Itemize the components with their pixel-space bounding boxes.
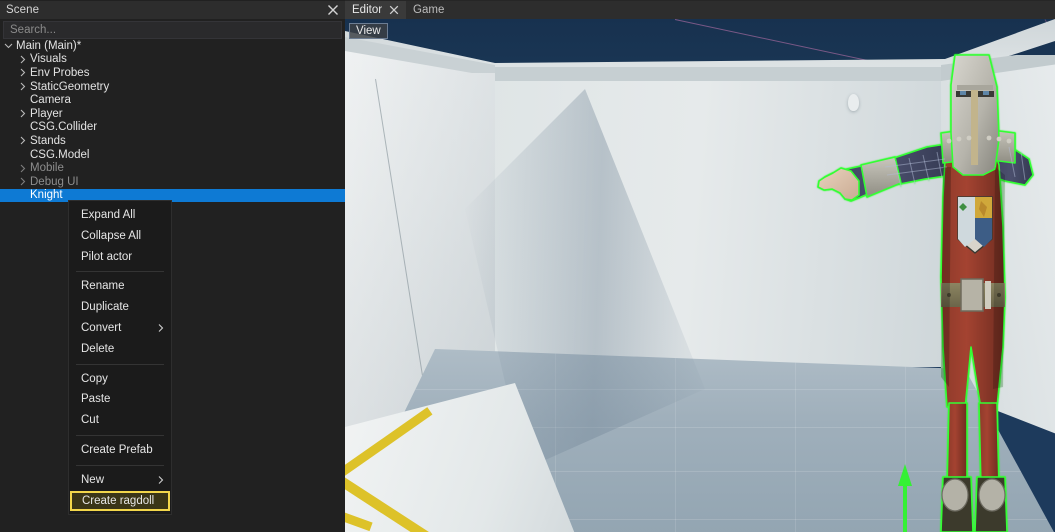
editor-tab-label: Editor: [352, 4, 383, 16]
chevron-right-icon: [156, 324, 165, 333]
context-menu-item-label: Paste: [81, 393, 111, 406]
context-menu-item-collapse-all[interactable]: Collapse All: [69, 226, 171, 247]
context-menu-item-label: Expand All: [81, 209, 136, 221]
scene-tree-item-label: Stands: [30, 134, 66, 147]
editor-tab-editor[interactable]: Editor: [345, 1, 407, 19]
scene-tree-item-label: CSG.Collider: [30, 121, 98, 134]
scene-tree-item-csg-model[interactable]: CSG.Model: [0, 148, 345, 162]
scene-tree-item-label: Debug UI: [30, 175, 79, 188]
scene-panel-title: Scene: [6, 4, 40, 16]
chevron-right-icon[interactable]: [17, 67, 28, 78]
context-menu-item-cut[interactable]: Cut: [69, 410, 171, 431]
scene-tree-item-knight[interactable]: Knight: [0, 188, 345, 203]
context-menu-item-label: Delete: [81, 342, 115, 355]
scene-viewport[interactable]: View: [345, 19, 1055, 532]
context-menu-item-new[interactable]: New: [69, 470, 171, 491]
editor-tabbar[interactable]: Editor Game: [345, 1, 1055, 19]
scene-tree-item-debug-ui[interactable]: Debug UI: [0, 175, 345, 189]
scene-tree-item-label: StaticGeometry: [30, 80, 110, 93]
chevron-down-icon[interactable]: [3, 40, 14, 51]
scene-tree[interactable]: Main (Main)* Visuals Env Probes StaticGeome…: [0, 39, 345, 532]
context-menu-item-label: Create Prefab: [81, 443, 153, 456]
scene-tree-item-label: Player: [30, 107, 63, 120]
floor-hazard-marking: [345, 407, 515, 532]
scene-tree-item-label: Env Probes: [30, 66, 90, 79]
chevron-right-icon[interactable]: [17, 135, 28, 146]
scene-tree-item-env-probes[interactable]: Env Probes: [0, 66, 345, 80]
context-menu-item-label: Create ragdoll: [82, 494, 155, 507]
scene-tree-item-staticgeometry[interactable]: StaticGeometry: [0, 80, 345, 94]
scene-tree-item-label: Visuals: [30, 53, 67, 66]
scene-tree-item-visuals[interactable]: Visuals: [0, 53, 345, 67]
editor-right-pane: Editor Game View: [345, 0, 1055, 532]
chevron-right-icon[interactable]: [17, 81, 28, 92]
scene-tree-item-stands[interactable]: Stands: [0, 134, 345, 148]
scene-tree-item-label: Main (Main)*: [16, 39, 82, 52]
scene-tree-item-label: Mobile: [30, 162, 64, 175]
scene-panel-header: Scene: [0, 1, 345, 19]
chevron-placeholder-icon: [17, 95, 28, 106]
context-menu-item-expand-all[interactable]: Expand All: [69, 205, 171, 226]
editor-window: Scene Main (Main)*VisualsEnv ProbesStati…: [0, 0, 1055, 532]
scene-search-row: [0, 20, 345, 39]
viewport-3d-render: View: [345, 19, 1055, 532]
editor-tab-game[interactable]: Game: [406, 1, 451, 19]
scene-tree-item-csg-collider[interactable]: CSG.Collider: [0, 121, 345, 135]
chevron-placeholder-icon: [17, 149, 28, 160]
chevron-placeholder-icon: [17, 190, 28, 201]
scene-tree-item-player[interactable]: Player: [0, 107, 345, 121]
context-menu-item-label: Cut: [81, 414, 99, 427]
context-menu-item-create-ragdoll[interactable]: Create ragdoll: [70, 490, 170, 512]
close-icon[interactable]: [389, 5, 399, 15]
context-menu-item-create-prefab[interactable]: Create Prefab: [69, 440, 171, 461]
scene-tree-item-label: Knight: [30, 189, 63, 202]
context-menu-item-convert[interactable]: Convert: [69, 318, 171, 339]
context-menu-item-label: Convert: [81, 321, 122, 334]
context-menu-item-paste[interactable]: Paste: [69, 389, 171, 410]
close-icon[interactable]: [327, 4, 339, 16]
viewport-view-button[interactable]: View: [349, 23, 388, 39]
chevron-right-icon[interactable]: [17, 108, 28, 119]
chevron-right-icon: [156, 476, 165, 485]
scene-tree-item-camera[interactable]: Camera: [0, 93, 345, 107]
translate-gizmo-y-axis[interactable]: [898, 464, 912, 532]
context-menu-separator: [76, 271, 164, 273]
scene-tree-item-main-main[interactable]: Main (Main)*: [0, 39, 345, 53]
context-menu-item-pilot-actor[interactable]: Pilot actor: [69, 247, 171, 268]
editor-tab-label: Game: [413, 4, 445, 16]
context-menu-item-label: New: [81, 473, 105, 486]
chevron-right-icon[interactable]: [17, 54, 28, 65]
scene-tree-item-mobile[interactable]: Mobile: [0, 161, 345, 175]
context-menu-separator: [76, 363, 164, 365]
context-menu-item-delete[interactable]: Delete: [69, 339, 171, 360]
context-menu-item-label: Duplicate: [81, 301, 129, 314]
context-menu-item-label: Collapse All: [81, 229, 142, 242]
context-menu-item-duplicate[interactable]: Duplicate: [69, 297, 171, 318]
context-menu-item-copy[interactable]: Copy: [69, 369, 171, 390]
context-menu-item-rename[interactable]: Rename: [69, 276, 171, 297]
context-menu-item-label: Rename: [81, 280, 125, 293]
scene-tree-item-label: CSG.Model: [30, 148, 90, 161]
scene-panel: Scene Main (Main)*VisualsEnv ProbesStati…: [0, 0, 345, 532]
scene-tree-item-label: Camera: [30, 94, 71, 107]
scene-tree-context-menu[interactable]: Expand All Collapse All Pilot actor Rename D…: [68, 200, 172, 516]
chevron-right-icon[interactable]: [17, 163, 28, 174]
knight-actor-mesh[interactable]: [775, 47, 1035, 532]
chevron-placeholder-icon: [17, 122, 28, 133]
context-menu-item-label: Pilot actor: [81, 250, 133, 263]
context-menu-separator: [76, 464, 164, 466]
chevron-right-icon[interactable]: [17, 176, 28, 187]
search-input[interactable]: [3, 21, 342, 39]
context-menu-item-label: Copy: [81, 372, 108, 385]
context-menu-separator: [76, 434, 164, 436]
